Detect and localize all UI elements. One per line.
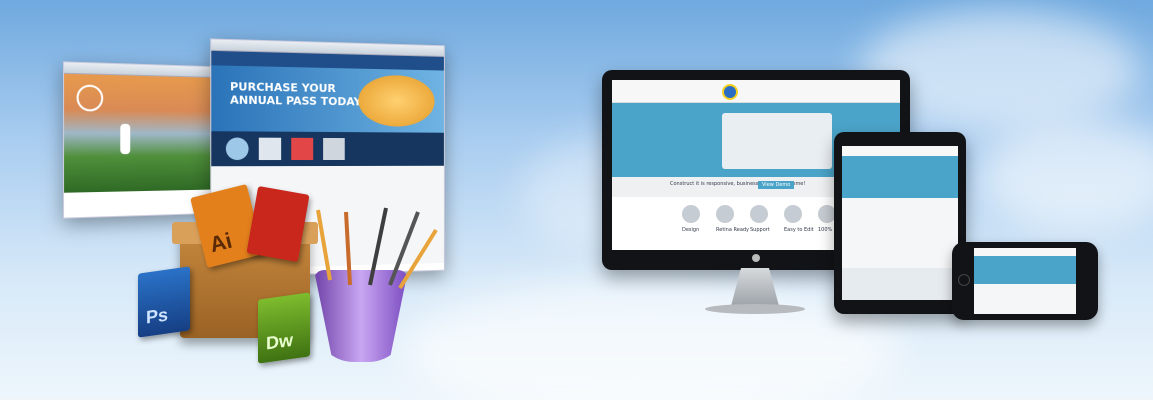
phone-site-hero [974, 256, 1076, 284]
hero-line-2: ANNUAL PASS TODAY [230, 93, 362, 109]
brush-handle [398, 228, 438, 290]
tablet-site-body [842, 198, 958, 268]
view-demo-button[interactable]: View Demo [758, 181, 795, 189]
golfer-figure [120, 123, 131, 155]
golf-logo [76, 84, 104, 112]
feature-badge [258, 137, 282, 161]
ai-label: Ai [207, 227, 235, 258]
monitor-base [705, 304, 805, 314]
tablet-site-footer [842, 268, 958, 300]
tablet-site-hero [842, 156, 958, 198]
phone-site-body [974, 284, 1076, 314]
service-icon-edit [784, 205, 802, 223]
brush-handle [344, 211, 352, 286]
service-label: Easy to Edit [784, 227, 814, 233]
tablet-site-header [842, 146, 958, 156]
service-label: Retina Ready [716, 227, 750, 233]
phone-site-header [974, 248, 1076, 256]
banner: PURCHASE YOUR ANNUAL PASS TODAY Ai Ps Dw [0, 0, 1153, 400]
feature-badge [225, 137, 249, 161]
service-label: Support [750, 227, 770, 233]
apple-logo-icon [752, 254, 760, 262]
service-icon-retina [716, 205, 734, 223]
dw-label: Dw [266, 329, 293, 354]
phone-screen [974, 248, 1076, 314]
brush-handle [368, 207, 388, 286]
service-label: Design [682, 227, 700, 233]
tablet-screen [842, 146, 958, 300]
phone-home-button [958, 274, 970, 286]
service-icon-support [750, 205, 768, 223]
photoshop-icon: Ps [138, 266, 190, 338]
smartphone-device [952, 242, 1098, 320]
cloud [980, 120, 1153, 230]
site-feature-row [211, 131, 444, 167]
golf-hero-image [64, 73, 221, 193]
hero-devices-image [722, 113, 832, 169]
site-logo [722, 84, 738, 100]
service-icon-design [682, 205, 700, 223]
feature-badge [323, 137, 345, 161]
site-hero-banner: PURCHASE YOUR ANNUAL PASS TODAY [211, 65, 444, 133]
feature-badge [291, 137, 314, 161]
jellyfish-image [358, 74, 435, 127]
ps-label: Ps [146, 304, 169, 328]
brushes [316, 207, 438, 290]
site-header [612, 80, 900, 103]
brush-handle [388, 211, 420, 286]
brush-handle [316, 209, 332, 281]
tablet-device [834, 132, 966, 314]
dreamweaver-icon: Dw [258, 292, 310, 364]
cloud [400, 280, 900, 400]
